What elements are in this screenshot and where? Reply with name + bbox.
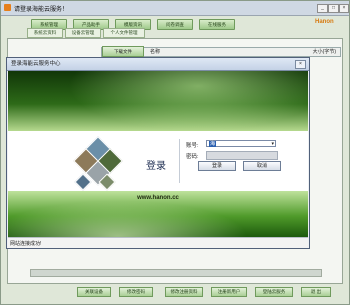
brand-logo: Hanon: [315, 19, 334, 25]
divider: [179, 139, 180, 183]
password-label: 密码:: [186, 154, 199, 160]
dialog-title: 登录海能云服务中心: [11, 61, 61, 67]
account-label: 账号:: [186, 143, 199, 149]
horizontal-scrollbar[interactable]: [30, 269, 322, 277]
minimize-button[interactable]: _: [317, 4, 328, 13]
exit-button[interactable]: 退 出: [301, 287, 331, 297]
cancel-button[interactable]: 取消: [243, 161, 281, 171]
status-text: 网站连接成功!: [10, 241, 42, 247]
banner-bottom: www.hanon.cc: [8, 191, 308, 237]
website-url: www.hanon.cc: [137, 195, 179, 201]
maximize-button[interactable]: □: [328, 4, 339, 13]
account-combobox[interactable]: 海 ▾: [206, 140, 276, 147]
dialog-title-bar: 登录海能云服务中心 ×: [7, 58, 309, 71]
register-button[interactable]: 注册新用户: [211, 287, 247, 297]
login-form: 登录 账号: 海 ▾ 密码: 登录 取消: [8, 131, 308, 191]
account-value: 海: [209, 141, 217, 147]
window-title: 请登录海能云服务！: [14, 7, 69, 13]
cloud-login-button[interactable]: 登陆云服务: [255, 287, 293, 297]
subtab-system-data[interactable]: 系统云资料: [27, 28, 63, 38]
bottom-strip: [1, 269, 349, 283]
subtab-device[interactable]: 设备云管理: [65, 28, 101, 38]
photo-mosaic: [73, 136, 123, 191]
title-bar: 请登录海能云服务！ _ □ ×: [1, 1, 349, 16]
login-button[interactable]: 登录: [198, 161, 236, 171]
subtab-personal-files[interactable]: 个人文件管理: [103, 28, 145, 38]
login-heading: 登录: [146, 161, 166, 172]
change-password-button[interactable]: 修改密码: [119, 287, 153, 297]
close-window-button[interactable]: ×: [339, 4, 349, 13]
password-field[interactable]: [206, 151, 278, 160]
dialog-close-button[interactable]: ×: [295, 60, 306, 69]
link-device-button[interactable]: 关联设备: [77, 287, 111, 297]
edit-profile-button[interactable]: 修改注册资料: [165, 287, 203, 297]
login-dialog: 登录海能云服务中心 × 登录 账号: 海 ▾ 密码: 登录 取消 www.han…: [6, 57, 310, 249]
action-bar: 关联设备 修改密码 修改注册资料 注册新用户 登陆云服务 退 出: [1, 287, 349, 297]
download-file-button[interactable]: 下载文件: [102, 46, 144, 57]
banner-top: [8, 71, 308, 131]
dialog-status-bar: 网站连接成功!: [8, 237, 308, 248]
column-name[interactable]: 名称: [150, 48, 160, 56]
main-window: 请登录海能云服务！ _ □ × Hanon 系统管理 产品助手 模版资讯 问卷调…: [0, 0, 350, 305]
file-table-header: 下载文件 名称 大小(字节): [101, 46, 341, 57]
column-size[interactable]: 大小(字节): [313, 48, 336, 56]
sub-tabs: 系统云资料 设备云管理 个人文件管理: [1, 28, 313, 38]
dropdown-arrow-icon[interactable]: ▾: [271, 141, 274, 148]
app-icon: [4, 4, 11, 11]
